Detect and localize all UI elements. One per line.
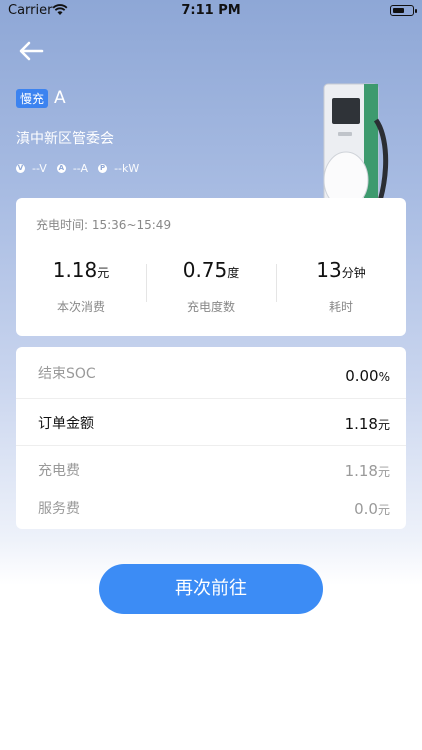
duration-value: 13 <box>316 258 342 282</box>
service-fee-value: 0.0元 <box>354 500 390 518</box>
order-amount-label: 订单金额 <box>38 416 94 432</box>
current-icon: A <box>56 163 66 173</box>
energy-unit: 度 <box>227 266 240 280</box>
station-name: 滇中新区管委会 <box>16 131 114 147</box>
end-soc-value: 0.00% <box>345 367 390 385</box>
live-metrics: V --V A --A P --kW <box>16 160 149 176</box>
duration-label: 耗时 <box>328 300 353 314</box>
detail-row-end-soc: 结束SOC 0.00% <box>16 351 406 399</box>
service-fee-label: 服务费 <box>38 501 80 517</box>
energy-label: 充电度数 <box>186 300 235 314</box>
charging-summary-card: 充电时间: 15:36~15:49 1.18元 本次消费 0.75度 充电度数 … <box>16 198 406 336</box>
order-amount-value: 1.18元 <box>344 415 390 433</box>
detail-row-service-fee: 服务费 0.0元 <box>16 489 406 529</box>
charging-fee-label: 充电费 <box>38 463 80 479</box>
voltage-icon: V <box>16 163 25 173</box>
duration-unit: 分钟 <box>341 266 366 280</box>
go-again-button[interactable]: 再次前往 <box>99 564 323 614</box>
energy-value: 0.75 <box>182 258 228 282</box>
charge-type-badge: 慢充 <box>16 89 49 108</box>
detail-row-charging-fee: 充电费 1.18元 <box>16 446 406 489</box>
current-value: --A <box>72 161 89 175</box>
detail-row-order-amount: 订单金额 1.18元 <box>16 399 406 446</box>
cost-value: 1.18 <box>52 258 98 282</box>
stat-cost: 1.18元 本次消费 <box>16 258 146 315</box>
charging-period: 充电时间: 15:36~15:49 <box>36 218 172 232</box>
power-value: --kW <box>114 161 140 175</box>
voltage-value: --V <box>32 161 47 175</box>
station-code: A <box>54 88 66 108</box>
stat-energy: 0.75度 充电度数 <box>146 258 276 315</box>
status-bar: Carrier 7:11 PM <box>0 0 422 22</box>
clock: 7:11 PM <box>181 3 241 18</box>
order-details-card: 结束SOC 0.00% 订单金额 1.18元 充电费 1.18元 服务费 0.0… <box>16 347 406 529</box>
end-soc-label: 结束SOC <box>38 366 96 382</box>
back-arrow-icon[interactable] <box>18 40 44 62</box>
stat-duration: 13分钟 耗时 <box>276 258 406 315</box>
cost-label: 本次消费 <box>56 300 105 314</box>
cost-unit: 元 <box>97 266 110 280</box>
power-icon: P <box>98 163 108 173</box>
charging-fee-value: 1.18元 <box>344 462 390 480</box>
battery-icon <box>390 5 417 16</box>
